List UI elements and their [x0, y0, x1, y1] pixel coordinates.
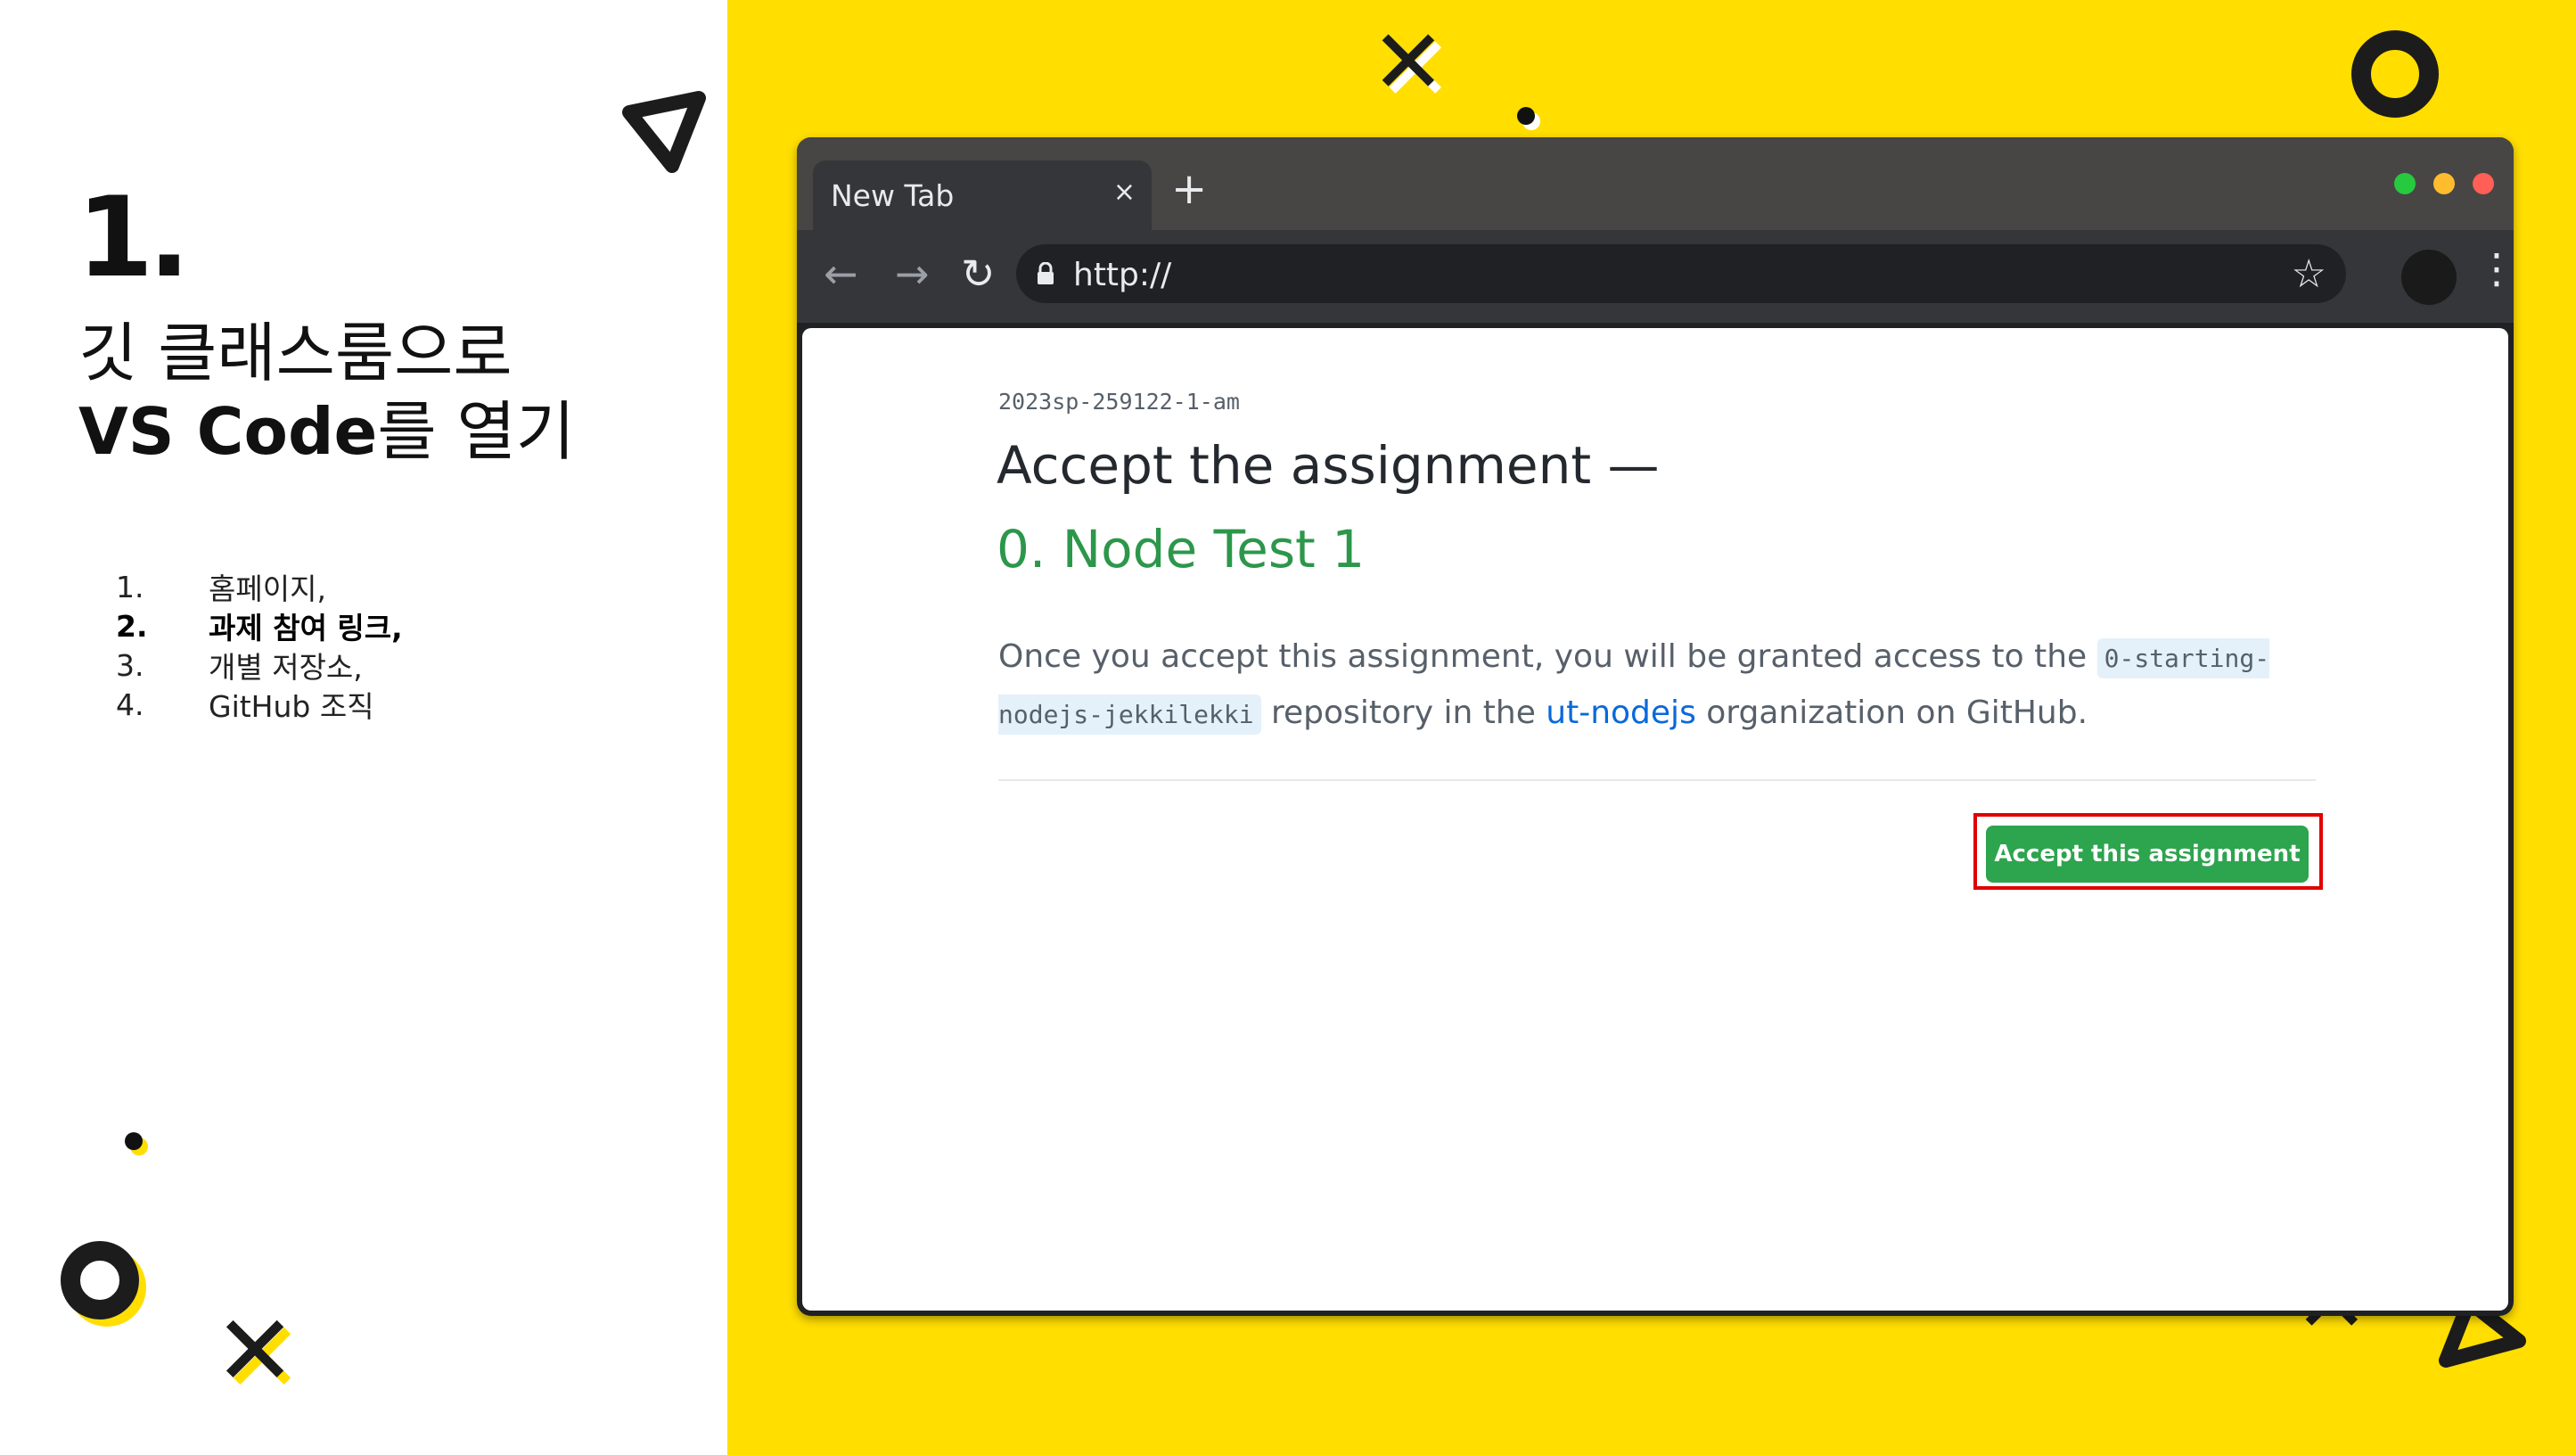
- window-dot-red[interactable]: [2473, 173, 2494, 194]
- star-icon[interactable]: ☆: [2292, 251, 2326, 297]
- divider: [998, 779, 2316, 781]
- profile-avatar[interactable]: [2401, 250, 2457, 305]
- page-title: Accept the assignment —: [997, 435, 1660, 496]
- reload-icon[interactable]: ↻: [961, 253, 996, 294]
- assignment-description: Once you accept this assignment, you wil…: [998, 629, 2282, 742]
- tab-bar: New Tab × +: [797, 137, 2514, 232]
- window-dot-yellow[interactable]: [2433, 173, 2455, 194]
- browser-toolbar: ← → ↻ http:// ☆ ⋮: [797, 230, 2514, 323]
- ring-icon: [61, 1241, 139, 1319]
- browser-window: New Tab × + ← → ↻ http:// ☆ ⋮ 2023sp-259…: [797, 137, 2514, 1316]
- step-num: 2.: [116, 608, 148, 644]
- x-mark-icon: ✕: [1371, 10, 1446, 114]
- triangle-icon: [622, 91, 706, 173]
- window-dot-green[interactable]: [2394, 173, 2416, 194]
- kebab-menu-icon[interactable]: ⋮: [2476, 244, 2514, 292]
- step-number: 1.: [77, 174, 190, 302]
- address-bar[interactable]: http:// ☆: [1016, 244, 2346, 303]
- step-text: 과제 참여 링크,: [209, 611, 403, 645]
- desc-text: organization on GitHub.: [1695, 695, 2088, 731]
- dot-decoration: [1517, 107, 1535, 125]
- step-item: 3. 개별 저장소,: [116, 645, 403, 686]
- tab-title: New Tab: [831, 178, 955, 213]
- ring-icon: [2351, 30, 2439, 118]
- window-controls: [2394, 173, 2494, 194]
- desc-text: repository in the: [1260, 695, 1546, 731]
- left-panel: 1. 깃 클래스룸으로 VS Code를 열기 1. 홈페이지, 2. 과제 참여 …: [0, 0, 727, 1455]
- step-item: 1. 홈페이지,: [116, 567, 403, 607]
- title-line-1: 깃 클래스룸으로: [78, 316, 513, 390]
- title-vscode: VS Code: [78, 394, 378, 469]
- assignment-name: 0. Node Test 1: [997, 519, 1366, 580]
- url-text[interactable]: http://: [1073, 257, 1171, 293]
- classroom-slug: 2023sp-259122-1-am: [998, 389, 1240, 415]
- step-text: GitHub 조직: [209, 689, 374, 724]
- accept-assignment-button[interactable]: Accept this assignment: [1986, 826, 2309, 883]
- step-text: 홈페이지,: [209, 571, 326, 606]
- tab-new-tab[interactable]: New Tab ×: [813, 160, 1152, 232]
- plus-icon[interactable]: +: [1171, 168, 1207, 210]
- forward-arrow-icon[interactable]: →: [895, 253, 930, 294]
- dot-decoration: [125, 1132, 143, 1150]
- steps-list: 1. 홈페이지, 2. 과제 참여 링크, 3. 개별 저장소, 4. GitHub 조…: [116, 567, 403, 725]
- x-mark-icon: ✕: [214, 1294, 297, 1408]
- step-num: 3.: [116, 647, 144, 683]
- page-content: 2023sp-259122-1-am Accept the assignment…: [802, 328, 2508, 1311]
- step-item: 4. GitHub 조직: [116, 685, 403, 725]
- step-num: 4.: [116, 686, 144, 722]
- desc-text: Once you accept this assignment, you wil…: [998, 638, 2097, 675]
- step-text: 개별 저장소,: [209, 650, 363, 685]
- slide-title: 깃 클래스룸으로 VS Code를 열기: [78, 314, 575, 471]
- org-link[interactable]: ut-nodejs: [1546, 695, 1696, 731]
- back-arrow-icon[interactable]: ←: [824, 253, 858, 294]
- lock-icon: [1038, 262, 1054, 284]
- close-icon[interactable]: ×: [1113, 177, 1136, 208]
- step-num: 1.: [116, 569, 144, 604]
- step-item-active: 2. 과제 참여 링크,: [116, 606, 403, 646]
- title-line-2-rest: 를 열기: [377, 394, 575, 469]
